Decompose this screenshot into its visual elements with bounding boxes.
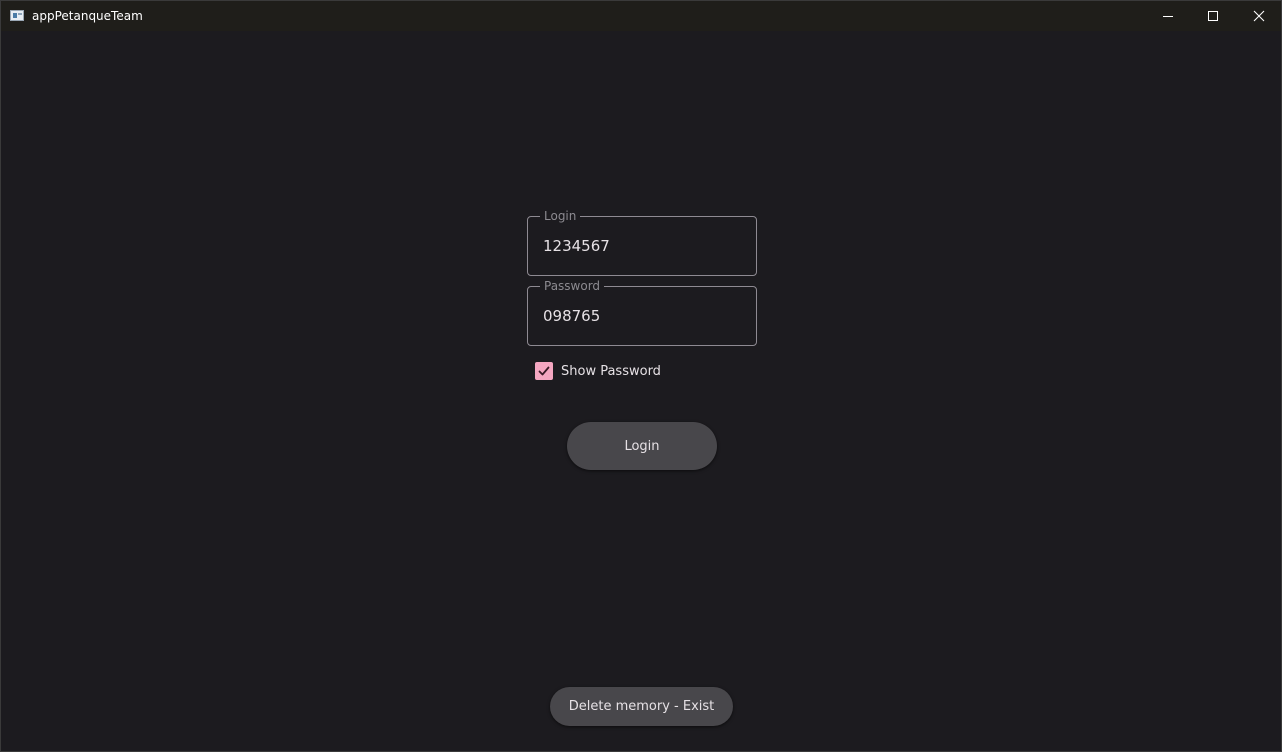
minimize-button[interactable] [1145,1,1191,31]
window-title: appPetanqueTeam [32,9,143,23]
login-field-label: Login [540,209,581,223]
login-button[interactable]: Login [567,422,717,470]
show-password-row[interactable]: Show Password [535,362,661,380]
password-field-label: Password [540,279,605,293]
title-bar[interactable]: appPetanqueTeam [1,1,1281,31]
maximize-button[interactable] [1190,1,1236,31]
login-field[interactable]: Login 1234567 [527,209,757,276]
app-window: appPetanqueTeam Login 1234567 Password 0… [0,0,1282,752]
show-password-label: Show Password [561,363,661,379]
login-input[interactable]: 1234567 [543,237,610,255]
delete-memory-button[interactable]: Delete memory - Exist [550,687,733,726]
check-icon [538,366,550,376]
close-icon [1253,10,1265,22]
password-input[interactable]: 098765 [543,307,600,325]
maximize-icon [1208,11,1218,21]
app-window-icon [10,10,24,21]
password-field[interactable]: Password 098765 [527,279,757,346]
close-button[interactable] [1236,1,1282,31]
minimize-icon [1163,16,1173,17]
show-password-checkbox[interactable] [535,362,553,380]
